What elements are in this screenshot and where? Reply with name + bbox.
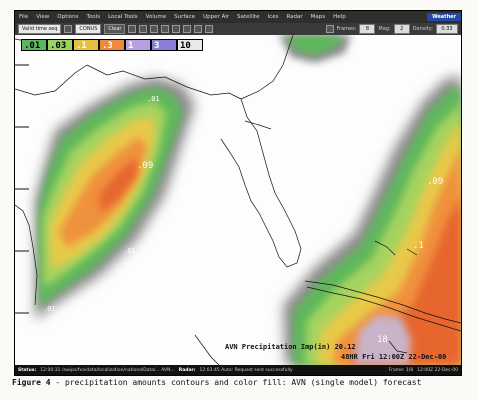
figure-caption: Figure 4 - precipitation amounts contour… xyxy=(12,378,468,387)
frames-value[interactable]: 8 xyxy=(359,24,376,34)
print-icon[interactable] xyxy=(183,25,192,33)
mag-label: Mag: xyxy=(378,26,391,32)
status-message: 12:00:31 /awips/fxa/data/localization/na… xyxy=(40,367,175,373)
legend-label: 3 xyxy=(154,41,160,51)
step-forward-icon[interactable] xyxy=(139,25,148,33)
menu-local-tools[interactable]: Local Tools xyxy=(104,14,142,20)
contour-label: .01 xyxy=(123,247,136,255)
menu-radar[interactable]: Radar xyxy=(282,14,306,20)
legend-label: .03 xyxy=(50,41,67,51)
menu-surface[interactable]: Surface xyxy=(170,14,199,20)
color-legend: .01 .03 .1 .3 1 3 10 xyxy=(21,39,203,51)
map-display[interactable]: .01 .03 .1 .3 1 3 10 .01 .09 .01 .01 .01… xyxy=(14,34,462,366)
legend-swatch: .01 xyxy=(21,39,47,51)
pan-icon[interactable] xyxy=(161,25,170,33)
menu-ices[interactable]: Ices xyxy=(264,14,283,20)
contour-label: .1 xyxy=(413,241,424,251)
step-back-icon[interactable] xyxy=(128,25,137,33)
brand-logo: Weather xyxy=(427,13,461,21)
scale-select[interactable]: CONUS xyxy=(75,24,102,34)
clear-button[interactable]: Clear xyxy=(104,24,126,34)
menu-maps[interactable]: Maps xyxy=(307,14,329,20)
refresh-icon[interactable] xyxy=(194,25,203,33)
menu-file[interactable]: File xyxy=(15,14,32,20)
legend-label: .01 xyxy=(24,41,41,51)
loop-icon[interactable] xyxy=(64,25,73,33)
settings-icon[interactable] xyxy=(205,25,214,33)
contour-label: .01 xyxy=(43,305,56,313)
radar-label: Radar: xyxy=(178,367,196,373)
menu-help[interactable]: Help xyxy=(329,14,350,20)
contour-label: 18 xyxy=(377,335,388,345)
valid-time-select[interactable]: Valid time seq xyxy=(18,24,62,34)
status-bar: Status: 12:00:31 /awips/fxa/data/localiz… xyxy=(15,365,461,375)
contour-label: .01 xyxy=(177,169,190,177)
legend-label: 1 xyxy=(128,41,134,51)
legend-label: .3 xyxy=(102,41,113,51)
caption-text: - precipitation amounts contours and col… xyxy=(50,378,422,387)
menu-satellite[interactable]: Satellite xyxy=(233,14,264,20)
application-window: File View Options Tools Local Tools Volu… xyxy=(14,10,462,376)
frames-label: Frames: xyxy=(336,26,357,32)
density-value[interactable]: 0.33 xyxy=(436,24,458,34)
contour-label: .01 xyxy=(147,95,160,103)
legend-swatch: 10 xyxy=(177,39,203,51)
toolbar: Valid time seq CONUS Clear Frames: 8 Mag… xyxy=(15,23,461,35)
status-label: Status: xyxy=(18,367,37,373)
sample-icon[interactable] xyxy=(172,25,181,33)
legend-swatch: 1 xyxy=(125,39,151,51)
menu-view[interactable]: View xyxy=(32,14,53,20)
contour-label: .09 xyxy=(427,177,444,187)
frame-icon[interactable] xyxy=(325,25,334,33)
figure-number: Figure 4 xyxy=(12,378,51,387)
contour-label: .01 xyxy=(387,81,400,89)
legend-swatch: .03 xyxy=(47,39,73,51)
legend-label: 10 xyxy=(180,41,191,51)
time-status: 12:00Z 22-Dec-00 xyxy=(417,367,458,373)
legend-swatch: 3 xyxy=(151,39,177,51)
menu-volume[interactable]: Volume xyxy=(142,14,170,20)
product-time: 48HR Fri 12:00Z 22-Dec-00 xyxy=(341,353,447,361)
menu-bar: File View Options Tools Local Tools Volu… xyxy=(15,11,461,23)
radar-message: 12:03:45 Auto: Request sent successfully xyxy=(199,367,293,373)
product-title: AVN Precipitation Imp(in) 20.12 xyxy=(225,343,356,351)
legend-label: .1 xyxy=(76,41,87,51)
mag-value[interactable]: 2 xyxy=(393,24,410,34)
legend-swatch: .1 xyxy=(73,39,99,51)
menu-upper-air[interactable]: Upper Air xyxy=(199,14,233,20)
density-label: Density: xyxy=(412,26,433,32)
frames-status: Frame: 1/8 xyxy=(388,367,414,373)
zoom-icon[interactable] xyxy=(150,25,159,33)
menu-tools[interactable]: Tools xyxy=(83,14,105,20)
legend-swatch: .3 xyxy=(99,39,125,51)
contour-label: .09 xyxy=(137,161,154,171)
menu-options[interactable]: Options xyxy=(53,14,82,20)
